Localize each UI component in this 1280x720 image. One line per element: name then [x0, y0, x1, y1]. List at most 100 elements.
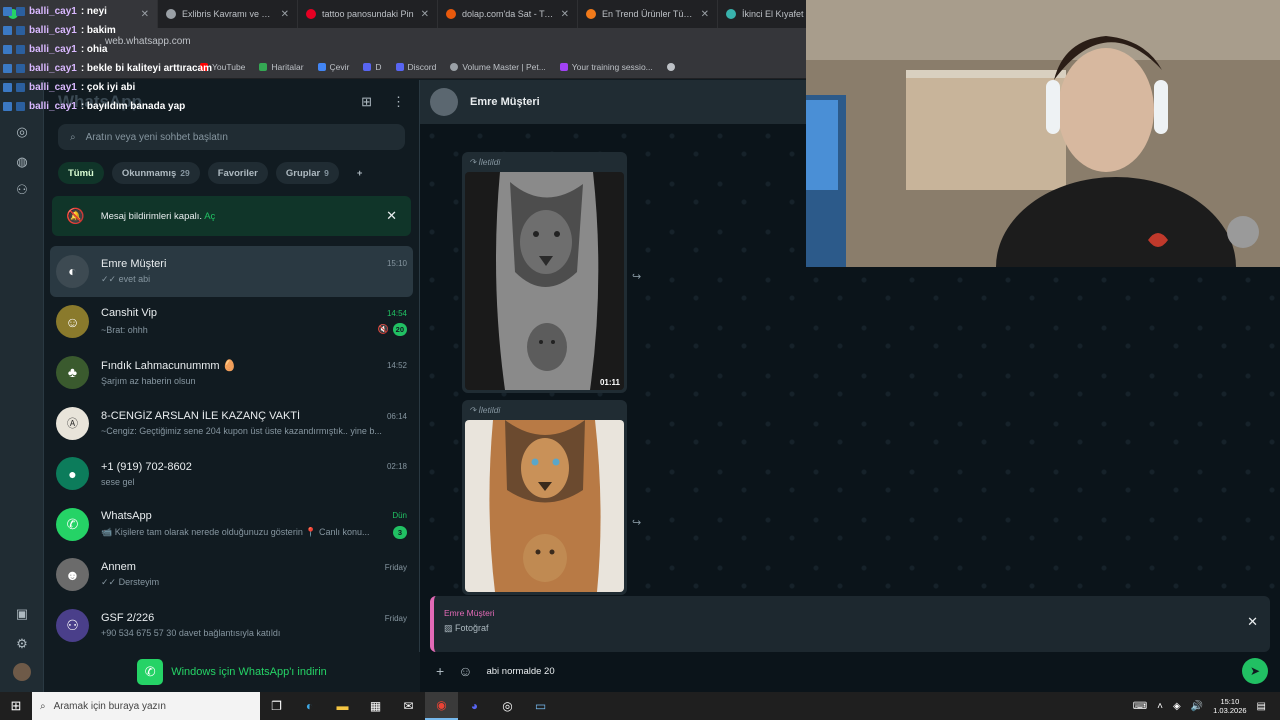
chip-label: Favoriler [217, 167, 258, 179]
media-icon[interactable]: ▣ [12, 604, 32, 624]
status-icon[interactable]: ◎ [12, 122, 32, 142]
download-link[interactable]: Windows için WhatsApp'ı indirin [171, 666, 327, 678]
filter-favorites[interactable]: Favoriler [207, 162, 268, 184]
avatar: ⚇ [56, 608, 89, 642]
message-bubble[interactable]: ↷ İletildi 01:11 [462, 152, 627, 393]
share-icon[interactable]: ↪ [632, 516, 641, 529]
chat-row[interactable]: ✆ WhatsApp Dün 📹 Kişilere tam olarak nere… [44, 499, 419, 550]
search-input[interactable]: ⌕ Aratın veya yeni sohbet başlatın [58, 124, 405, 150]
chat-name: WhatsApp [101, 509, 152, 522]
bookmark-volume-master[interactable]: Volume Master | Pet... [450, 62, 546, 72]
forwarded-label: İletildi [478, 405, 501, 415]
chat-line: balli_cay1: bekle bi kaliteyi arttıracam [0, 59, 390, 78]
chat-time: Dün [392, 511, 407, 521]
edge-icon[interactable]: ◐ [293, 692, 326, 720]
bookmark-training[interactable]: Your training sessio... [559, 62, 653, 72]
filter-unread[interactable]: Okunmamış 29 [111, 162, 200, 184]
add-filter-button[interactable]: + [347, 162, 373, 184]
avatar: Ⓐ [56, 406, 89, 440]
emoji-icon[interactable]: ☺ [458, 663, 472, 679]
chevron-up-icon[interactable]: ˄ [1157, 701, 1163, 712]
chat-row[interactable]: ⚇ GSF 2/226 Friday +90 534 675 57 30 dave… [44, 600, 419, 651]
notice-text: Mesaj bildirimleri kapalı. [100, 210, 203, 222]
message-bubble[interactable]: ↷ İletildi [462, 400, 627, 595]
chip-count: 9 [324, 168, 329, 178]
chip-label: Tümü [68, 167, 94, 179]
send-button[interactable]: ➤ [1242, 658, 1268, 684]
filter-all[interactable]: Tümü [58, 162, 104, 184]
obs-icon[interactable]: ◎ [491, 692, 524, 720]
close-tab-icon[interactable]: ✕ [701, 9, 709, 20]
contact-avatar[interactable] [430, 88, 458, 116]
task-view-icon[interactable]: ❐ [260, 692, 293, 720]
chat-row[interactable]: ◐ Emre Müşteri 15:10 ✓✓ evet abi [50, 246, 413, 297]
clock[interactable]: 15:10 1.03.2026 [1213, 697, 1246, 715]
chat-time: 14:52 [386, 360, 407, 370]
browser-tab[interactable]: En Trend Ürünler Türkiye' ✕ [578, 0, 718, 28]
close-icon[interactable]: ✕ [386, 208, 397, 224]
chrome-icon[interactable]: ◉ [425, 692, 458, 720]
conversation-header[interactable]: Emre Müşteri [420, 80, 806, 124]
clock-time: 15:10 [1220, 697, 1240, 706]
menu-icon[interactable]: ⋮ [392, 94, 405, 110]
globe-bookmark[interactable] [666, 62, 675, 71]
avatar: ✆ [56, 507, 89, 541]
chat-user: balli_cay1 [29, 63, 77, 74]
windows-start-icon[interactable]: ⊞ [0, 698, 32, 714]
badge-icon [16, 64, 25, 73]
communities-icon[interactable]: ⚇ [12, 180, 32, 200]
close-tab-icon[interactable]: ✕ [561, 9, 569, 20]
taskbar-search[interactable]: ⌕ Aramak için buraya yazın [32, 692, 260, 720]
close-reply-icon[interactable]: ✕ [1247, 614, 1258, 630]
attach-plus-icon[interactable]: + [436, 663, 444, 679]
enable-notifications-link[interactable]: Aç [204, 211, 215, 222]
app-window-icon[interactable]: ▭ [524, 692, 557, 720]
share-icon[interactable]: ↪ [632, 270, 641, 283]
mail-icon[interactable]: ✉ [392, 692, 425, 720]
volume-master-icon [450, 62, 459, 71]
chat-row[interactable]: ☺ Canshit Vip 14:54 ~Brat: ohhh 🔇 20 [44, 297, 419, 348]
training-icon [559, 62, 568, 71]
tab-title: dolap.com'da Sat - Trendy [462, 9, 555, 19]
lion-tattoo-image [465, 172, 624, 390]
file-explorer-icon[interactable]: ▬ [326, 692, 359, 720]
chat-line: balli_cay1: neyi [0, 2, 390, 21]
image-thumbnail[interactable] [465, 420, 624, 592]
volume-icon[interactable]: 🔊 [1191, 701, 1203, 712]
chat-name: GSF 2/226 [101, 612, 155, 625]
filter-groups[interactable]: Gruplar 9 [275, 162, 339, 184]
notification-icon[interactable]: ▤ [1257, 701, 1266, 712]
message-input[interactable]: abi normalde 20 [486, 666, 1272, 677]
settings-icon[interactable]: ⚙ [12, 634, 32, 654]
chat-row[interactable]: ☻ Annem Friday ✓✓ Dersteyim [44, 550, 419, 601]
chat-preview: ✓✓ Dersteyim [101, 577, 160, 588]
network-icon[interactable]: ◈ [1173, 701, 1181, 712]
browser-tab[interactable]: dolap.com'da Sat - Trendy ✕ [438, 0, 578, 28]
webcam-image [806, 0, 1280, 267]
bookmark-discord[interactable]: Discord [395, 61, 437, 72]
badge-icon [16, 26, 25, 35]
plus-icon: + [356, 167, 363, 179]
chat-row[interactable]: Ⓐ 8-CENGİZ ARSLAN İLE KAZANÇ VAKTİ 06:14 … [44, 398, 419, 449]
badge-icon [3, 45, 12, 54]
close-tab-icon[interactable]: ✕ [421, 9, 429, 20]
bookmark-label: Discord [407, 61, 437, 72]
download-banner[interactable]: ✆ Windows için WhatsApp'ı indirin [44, 652, 420, 692]
chat-row[interactable]: ♣ Fındık Lahmacunummm 🥚 14:52 Şarjım az h… [44, 347, 419, 398]
chat-message: : çok iyi abi [80, 82, 136, 93]
store-icon[interactable]: ▦ [359, 692, 392, 720]
tab-title: En Trend Ürünler Türkiye' [602, 9, 695, 19]
chat-name: Canshit Vip [101, 307, 158, 320]
video-thumbnail[interactable]: 01:11 [465, 172, 624, 390]
muted-icon: 🔇 [377, 324, 389, 335]
discord-taskbar-icon[interactable]: ◕ [458, 692, 491, 720]
avatar: ♣ [56, 355, 89, 389]
chat-message: : ohia [80, 44, 108, 55]
profile-avatar[interactable] [12, 662, 32, 682]
chat-row[interactable]: ● +1 (919) 702-8602 02:18 sese gel [44, 448, 419, 499]
channels-icon[interactable]: ◍ [12, 152, 32, 172]
avatar: ◐ [56, 254, 89, 288]
keyboard-icon[interactable]: ⌨ [1133, 701, 1147, 712]
unread-badge: 20 [392, 323, 407, 337]
badge-icon [3, 64, 12, 73]
